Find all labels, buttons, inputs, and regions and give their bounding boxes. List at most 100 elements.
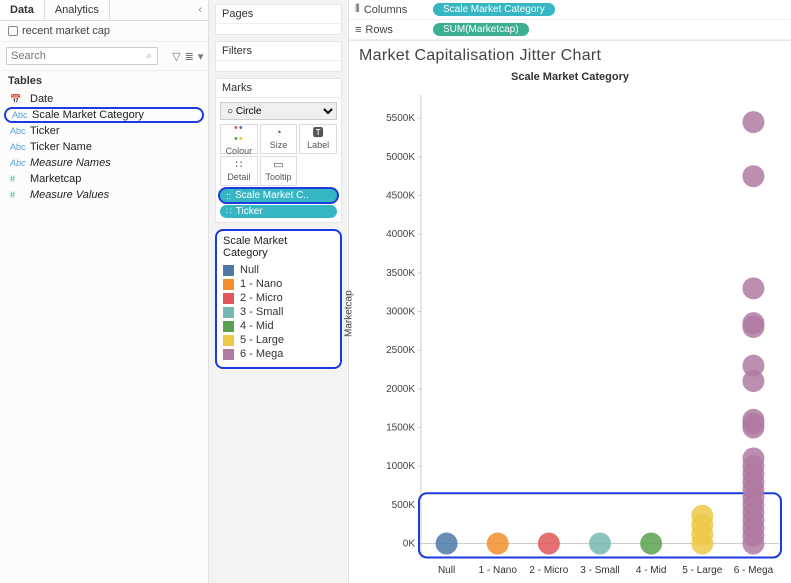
colour-icon: ••••	[234, 123, 244, 145]
collapse-pane-icon[interactable]: ‹	[192, 0, 208, 20]
legend-item[interactable]: 6 - Mega	[223, 347, 334, 361]
label-icon: 🆃	[313, 128, 324, 139]
field-type-icon: Abc	[10, 158, 24, 168]
marks-colour-cell[interactable]: ••••Colour	[220, 124, 258, 154]
marks-label-cell[interactable]: 🆃Label	[299, 124, 337, 154]
tooltip-icon: ▭	[273, 160, 283, 171]
x-tick-label: 1 - Nano	[479, 565, 518, 576]
data-point[interactable]	[538, 533, 560, 555]
legend-label: Null	[240, 264, 259, 276]
data-point[interactable]	[640, 533, 662, 555]
x-tick-label: 5 - Large	[682, 565, 722, 576]
data-point[interactable]	[742, 409, 764, 431]
x-tick-label: 4 - Mid	[636, 565, 667, 576]
filters-card[interactable]: Filters	[215, 41, 342, 72]
data-point[interactable]	[742, 312, 764, 334]
shelves: ⦀ Columns Scale Market Category ≡Rows SUM…	[349, 0, 791, 41]
x-tick-label: 6 - Mega	[734, 565, 774, 576]
data-point[interactable]	[742, 111, 764, 133]
filter-icon[interactable]: ▽	[172, 49, 180, 63]
data-pane-tabs: Data Analytics ‹	[0, 0, 208, 21]
legend-item[interactable]: 5 - Large	[223, 333, 334, 347]
data-point[interactable]	[436, 533, 458, 555]
data-point[interactable]	[487, 533, 509, 555]
marks-pill[interactable]: ::Scale Market C..	[220, 189, 337, 202]
rows-icon: ≡	[355, 24, 361, 36]
column-header-label: Scale Market Category	[349, 69, 791, 89]
y-tick-label: 500K	[392, 500, 416, 511]
data-point[interactable]	[691, 505, 713, 527]
tab-data[interactable]: Data	[0, 0, 45, 20]
worksheet-pane: ⦀ Columns Scale Market Category ≡Rows SUM…	[349, 0, 791, 583]
marks-card: Marks ○ Circle ••••Colour ◔Size 🆃Label ∷…	[215, 78, 342, 223]
y-tick-label: 4000K	[386, 229, 415, 240]
field-item[interactable]: AbcScale Market Category	[4, 107, 204, 123]
search-input[interactable]	[6, 47, 158, 65]
field-type-icon: Abc	[10, 126, 24, 136]
y-tick-label: 5500K	[386, 113, 415, 124]
pages-card-title: Pages	[216, 5, 341, 24]
rows-shelf[interactable]: ≡Rows SUM(Marketcap)	[349, 20, 791, 40]
field-name: Measure Values	[30, 189, 109, 201]
marks-card-title: Marks	[216, 79, 341, 98]
field-item[interactable]: AbcMeasure Names	[0, 155, 208, 171]
marks-tooltip-cell[interactable]: ▭Tooltip	[260, 156, 298, 186]
columns-icon: ⦀	[355, 3, 360, 16]
search-row: ⌕ ▽ ≣ ▾	[0, 42, 208, 71]
y-tick-label: 3500K	[386, 268, 415, 279]
data-pane: Data Analytics ‹ recent market cap ⌕ ▽ ≣…	[0, 0, 209, 583]
columns-label: Columns	[364, 4, 407, 16]
marks-pill[interactable]: ∷Ticker	[220, 205, 337, 218]
field-type-icon: 📅	[10, 94, 24, 105]
data-point[interactable]	[742, 447, 764, 469]
pill-icon: ∷	[226, 206, 232, 217]
field-type-icon: #	[10, 174, 24, 184]
marks-detail-cell[interactable]: ∷Detail	[220, 156, 258, 186]
y-tick-label: 1500K	[386, 423, 415, 434]
columns-shelf[interactable]: ⦀ Columns Scale Market Category	[349, 0, 791, 20]
field-item[interactable]: Abc Ticker	[0, 123, 208, 139]
legend-item[interactable]: 4 - Mid	[223, 319, 334, 333]
legend-swatch	[223, 349, 234, 360]
pages-card[interactable]: Pages	[215, 4, 342, 35]
filters-card-title: Filters	[216, 42, 341, 61]
field-name: Scale Market Category	[32, 109, 144, 121]
chart-plot[interactable]: 0K500K1000K1500K2000K2500K3000K3500K4000…	[377, 91, 785, 583]
mark-type-select[interactable]: ○ Circle	[220, 102, 337, 120]
viz-title: Market Capitalisation Jitter Chart	[349, 41, 791, 69]
field-item[interactable]: AbcTicker Name	[0, 139, 208, 155]
legend-item[interactable]: 2 - Micro	[223, 291, 334, 305]
rows-pill[interactable]: SUM(Marketcap)	[433, 23, 529, 36]
data-point[interactable]	[742, 277, 764, 299]
size-icon: ◔	[275, 128, 282, 139]
legend-swatch	[223, 321, 234, 332]
x-tick-label: 3 - Small	[580, 565, 619, 576]
legend-item[interactable]: Null	[223, 263, 334, 277]
field-item[interactable]: #Marketcap	[0, 171, 208, 187]
legend-label: 4 - Mid	[240, 320, 274, 332]
legend-item[interactable]: 1 - Nano	[223, 277, 334, 291]
marks-size-cell[interactable]: ◔Size	[260, 124, 298, 154]
tab-analytics[interactable]: Analytics	[45, 0, 110, 20]
field-name: Ticker Name	[30, 141, 92, 153]
y-tick-label: 2000K	[386, 384, 415, 395]
x-tick-label: 2 - Micro	[529, 565, 568, 576]
field-type-icon: #	[10, 190, 24, 200]
y-tick-label: 0K	[403, 539, 416, 550]
fields-list: 📅DateAbcScale Market CategoryAbcTickerAb…	[0, 91, 208, 203]
view-list-icon[interactable]: ≣	[185, 49, 194, 63]
viz-area: Market Capitalisation Jitter Chart Scale…	[349, 41, 791, 583]
legend-item[interactable]: 3 - Small	[223, 305, 334, 319]
field-name: Ticker	[30, 125, 60, 137]
field-item[interactable]: 📅Date	[0, 91, 208, 107]
columns-pill[interactable]: Scale Market Category	[433, 3, 555, 16]
dropdown-icon[interactable]: ▾	[198, 49, 204, 63]
field-item[interactable]: # Measure Values	[0, 187, 208, 203]
pill-icon: ::	[226, 191, 231, 201]
data-point[interactable]	[742, 165, 764, 187]
colour-legend-card: Scale Market Category Null1 - Nano2 - Mi…	[215, 229, 342, 369]
data-source-row[interactable]: recent market cap	[0, 21, 208, 42]
data-point[interactable]	[589, 533, 611, 555]
data-point[interactable]	[742, 355, 764, 377]
legend-swatch	[223, 293, 234, 304]
